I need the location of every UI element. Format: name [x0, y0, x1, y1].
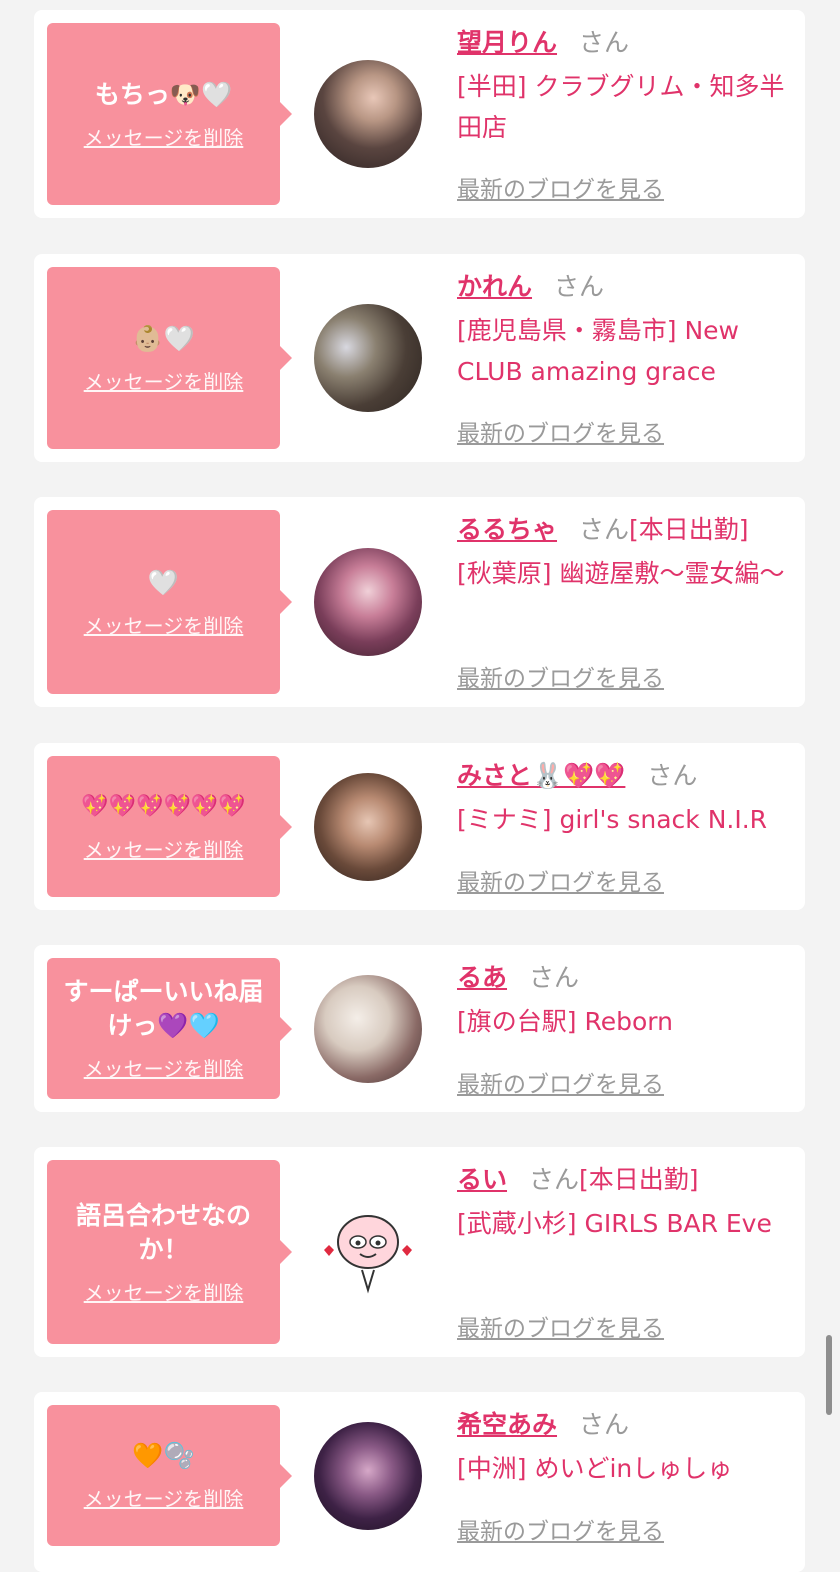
latest-blog-link[interactable]: 最新のブログを見る — [457, 863, 664, 897]
avatar[interactable] — [314, 60, 422, 168]
attendance-tag: [本日出勤] — [629, 515, 749, 544]
girl-name-link[interactable]: るあ — [457, 963, 507, 992]
avatar[interactable] — [314, 773, 422, 881]
delete-message-link[interactable]: メッセージを削除 — [84, 1053, 244, 1082]
honorific: さん — [579, 515, 630, 544]
delete-message-link[interactable]: メッセージを削除 — [84, 1277, 244, 1306]
entry-info: るるちゃ さん[本日出勤] [秋葉原] 幽遊屋敷〜霊女編〜 — [457, 513, 787, 594]
entry-info: 希空あみ さん [中洲] めいどinしゅしゅ — [457, 1408, 787, 1489]
girl-name-link[interactable]: かれん — [457, 272, 532, 301]
list-item: 語呂合わせなのか！ メッセージを削除 るい さん[本日出勤] [武蔵小杉] GIR… — [34, 1147, 805, 1357]
message-bubble: 語呂合わせなのか！ メッセージを削除 — [47, 1160, 292, 1344]
honorific: さん — [647, 761, 698, 790]
honorific: さん — [579, 28, 630, 57]
message-bubble: 💖💖💖💖💖💖 メッセージを削除 — [47, 756, 292, 897]
message-bubble: 🧡🫧 メッセージを削除 — [47, 1405, 292, 1546]
avatar[interactable] — [314, 1198, 422, 1306]
message-text: 💖💖💖💖💖💖 — [81, 794, 246, 819]
list-item: 🧡🫧 メッセージを削除 希空あみ さん [中洲] めいどinしゅしゅ 最新のブログ… — [34, 1392, 805, 1572]
list-item: 💖💖💖💖💖💖 メッセージを削除 みさと🐰💖💖 さん [ミナミ] girl's sn… — [34, 743, 805, 910]
avatar[interactable] — [314, 975, 422, 1083]
avatar[interactable] — [314, 1422, 422, 1530]
entry-info: るい さん[本日出勤] [武蔵小杉] GIRLS BAR Eve — [457, 1163, 787, 1244]
girl-name-link[interactable]: 希空あみ — [457, 1410, 557, 1439]
avatar[interactable] — [314, 304, 422, 412]
shop-name: [半田] クラブグリム・知多半田店 — [457, 72, 785, 142]
delete-message-link[interactable]: メッセージを削除 — [84, 1483, 244, 1512]
honorific: さん — [529, 963, 580, 992]
message-bubble: 👶🏼🤍 メッセージを削除 — [47, 267, 292, 449]
peach-character-icon — [324, 1215, 412, 1294]
message-text: すーぱーいいね届けっ💜🩵 — [63, 977, 264, 1040]
delete-message-link[interactable]: メッセージを削除 — [84, 366, 244, 395]
scrollbar[interactable] — [826, 1335, 832, 1415]
message-text: もちっ🐶🤍 — [94, 79, 233, 109]
girl-name-link[interactable]: 望月りん — [457, 28, 557, 57]
entry-info: るあ さん [旗の台駅] Reborn — [457, 961, 787, 1042]
latest-blog-link[interactable]: 最新のブログを見る — [457, 414, 664, 448]
avatar[interactable] — [314, 548, 422, 656]
latest-blog-link[interactable]: 最新のブログを見る — [457, 1512, 664, 1546]
entry-info: 望月りん さん [半田] クラブグリム・知多半田店 — [457, 26, 787, 148]
latest-blog-link[interactable]: 最新のブログを見る — [457, 1065, 664, 1099]
honorific: さん — [554, 272, 605, 301]
list-item: すーぱーいいね届けっ💜🩵 メッセージを削除 るあ さん [旗の台駅] Reborn… — [34, 945, 805, 1112]
message-bubble: もちっ🐶🤍 メッセージを削除 — [47, 23, 292, 205]
girl-name-link[interactable]: るい — [457, 1165, 507, 1194]
girl-name-link[interactable]: みさと🐰💖💖 — [457, 761, 625, 790]
shop-name: [秋葉原] 幽遊屋敷〜霊女編〜 — [457, 559, 785, 588]
delete-message-link[interactable]: メッセージを削除 — [84, 610, 244, 639]
honorific: さん — [579, 1410, 630, 1439]
list-item: 👶🏼🤍 メッセージを削除 かれん さん [鹿児島県・霧島市] New CLUB a… — [34, 254, 805, 462]
latest-blog-link[interactable]: 最新のブログを見る — [457, 659, 664, 693]
shop-name: [ミナミ] girl's snack N.I.R — [457, 805, 768, 834]
shop-name: [中洲] めいどinしゅしゅ — [457, 1454, 733, 1483]
list-item: 🤍 メッセージを削除 るるちゃ さん[本日出勤] [秋葉原] 幽遊屋敷〜霊女編〜 … — [34, 497, 805, 707]
message-text: 👶🏼🤍 — [132, 323, 195, 353]
message-text: 語呂合わせなのか！ — [75, 1200, 251, 1264]
message-text: 🤍 — [147, 567, 180, 597]
delete-message-link[interactable]: メッセージを削除 — [84, 834, 244, 863]
shop-name: [鹿児島県・霧島市] New CLUB amazing grace — [457, 316, 739, 386]
message-bubble: 🤍 メッセージを削除 — [47, 510, 292, 694]
latest-blog-link[interactable]: 最新のブログを見る — [457, 170, 664, 204]
honorific: さん — [529, 1165, 580, 1194]
shop-name: [武蔵小杉] GIRLS BAR Eve — [457, 1209, 772, 1238]
shop-name: [旗の台駅] Reborn — [457, 1007, 673, 1036]
latest-blog-link[interactable]: 最新のブログを見る — [457, 1309, 664, 1343]
message-bubble: すーぱーいいね届けっ💜🩵 メッセージを削除 — [47, 958, 292, 1099]
message-text: 🧡🫧 — [132, 1441, 195, 1470]
attendance-tag: [本日出勤] — [579, 1165, 699, 1194]
list-item: もちっ🐶🤍 メッセージを削除 望月りん さん [半田] クラブグリム・知多半田店 … — [34, 10, 805, 218]
girl-name-link[interactable]: るるちゃ — [457, 515, 557, 544]
entry-info: かれん さん [鹿児島県・霧島市] New CLUB amazing grace — [457, 270, 787, 392]
delete-message-link[interactable]: メッセージを削除 — [84, 122, 244, 151]
entry-info: みさと🐰💖💖 さん [ミナミ] girl's snack N.I.R — [457, 759, 787, 840]
